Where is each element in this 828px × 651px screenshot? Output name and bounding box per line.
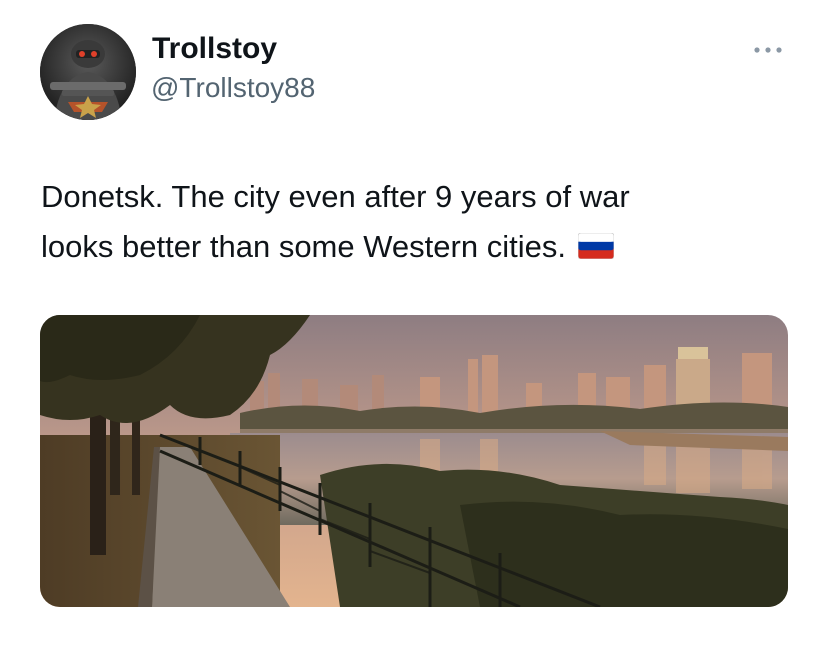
author-avatar[interactable] (40, 24, 136, 120)
tweet-text-line-1: Donetsk. The city even after 9 years of … (41, 179, 630, 214)
tweet-text-line-2-content: looks better than some Western cities. (41, 229, 566, 264)
user-handle[interactable]: @Trollstoy88 (151, 72, 315, 104)
display-name[interactable]: Trollstoy (152, 32, 277, 66)
more-options-button[interactable] (748, 36, 788, 64)
soldier-avatar-icon (40, 24, 136, 120)
russian-flag-icon (577, 232, 614, 259)
tweet-text: Donetsk. The city even after 9 years of … (41, 172, 781, 272)
tweet-text-line-2: looks better than some Western cities. (41, 222, 781, 272)
tweet-photo[interactable] (40, 315, 788, 607)
more-dots-icon (754, 47, 782, 53)
city-panorama-photo (40, 315, 788, 607)
